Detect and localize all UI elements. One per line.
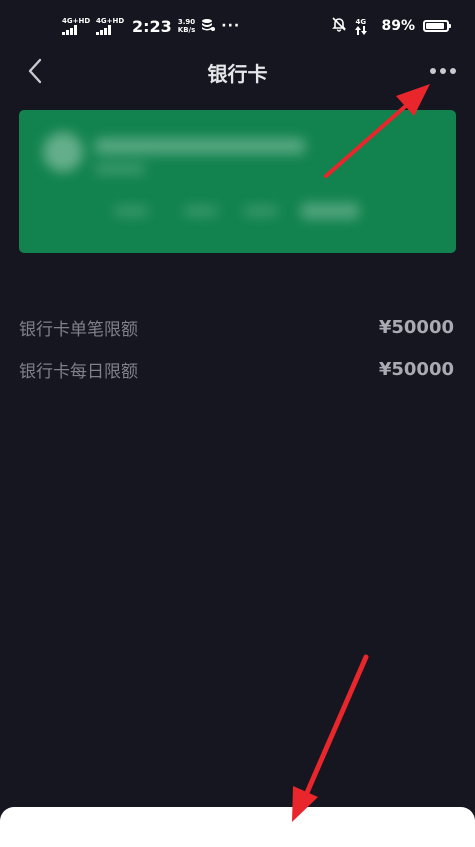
mute-bell-icon <box>331 16 347 36</box>
status-left: 4G+HD 4G+HD 2:23 3.90 KB/s ··· <box>62 14 240 38</box>
card-type-redacted <box>95 164 145 174</box>
card-number-last <box>301 203 359 219</box>
signal-sim1: 4G+HD <box>62 17 90 35</box>
status-bar: 4G+HD 4G+HD 2:23 3.90 KB/s ··· 4G 89% <box>0 0 475 52</box>
bank-card[interactable] <box>19 110 456 253</box>
signal-bars-icon <box>96 25 111 35</box>
limit-label: 银行卡每日限额 <box>19 361 138 382</box>
network-speed-value: 3.90 <box>177 18 196 26</box>
data-arrows-icon <box>355 25 368 35</box>
network-type-label: 4G+HD <box>62 17 91 25</box>
bank-name-redacted <box>95 138 305 154</box>
more-options-button[interactable] <box>427 56 459 86</box>
card-number-group <box>244 206 278 216</box>
mobile-data-label: 4G <box>355 17 367 26</box>
signal-bars-icon <box>62 25 77 35</box>
mobile-data: 4G <box>355 18 373 35</box>
limit-label: 银行卡单笔限额 <box>19 319 138 340</box>
limit-value: ¥50000 <box>378 358 454 380</box>
signal-sim2: 4G+HD <box>96 17 124 35</box>
clock: 2:23 <box>132 16 172 36</box>
card-details-blurred <box>19 110 456 253</box>
limit-row-daily: 银行卡每日限额 ¥50000 <box>19 348 454 390</box>
page-title: 银行卡 <box>207 62 268 86</box>
battery-level <box>426 23 444 29</box>
network-speed-unit: KB/s <box>177 26 196 34</box>
bank-logo <box>43 132 83 172</box>
bottom-sheet[interactable] <box>0 807 475 847</box>
status-right: 4G 89% <box>331 14 451 38</box>
notification-more-icon: ··· <box>221 18 241 34</box>
annotation-arrow-bottom <box>292 654 369 822</box>
battery-icon <box>423 20 451 32</box>
more-horizontal-icon <box>430 68 456 74</box>
limit-value: ¥50000 <box>378 316 454 338</box>
network-speed: 3.90 KB/s <box>178 18 195 34</box>
network-type-label: 4G+HD <box>96 17 125 25</box>
limits-list: 银行卡单笔限额 ¥50000 银行卡每日限额 ¥50000 <box>19 306 454 390</box>
title-bar: 银行卡 <box>0 52 475 92</box>
storage-icon <box>201 17 216 36</box>
battery-percent: 89% <box>381 18 415 34</box>
card-number-group <box>114 206 148 216</box>
limit-row-single: 银行卡单笔限额 ¥50000 <box>19 306 454 348</box>
card-number-group <box>184 206 218 216</box>
